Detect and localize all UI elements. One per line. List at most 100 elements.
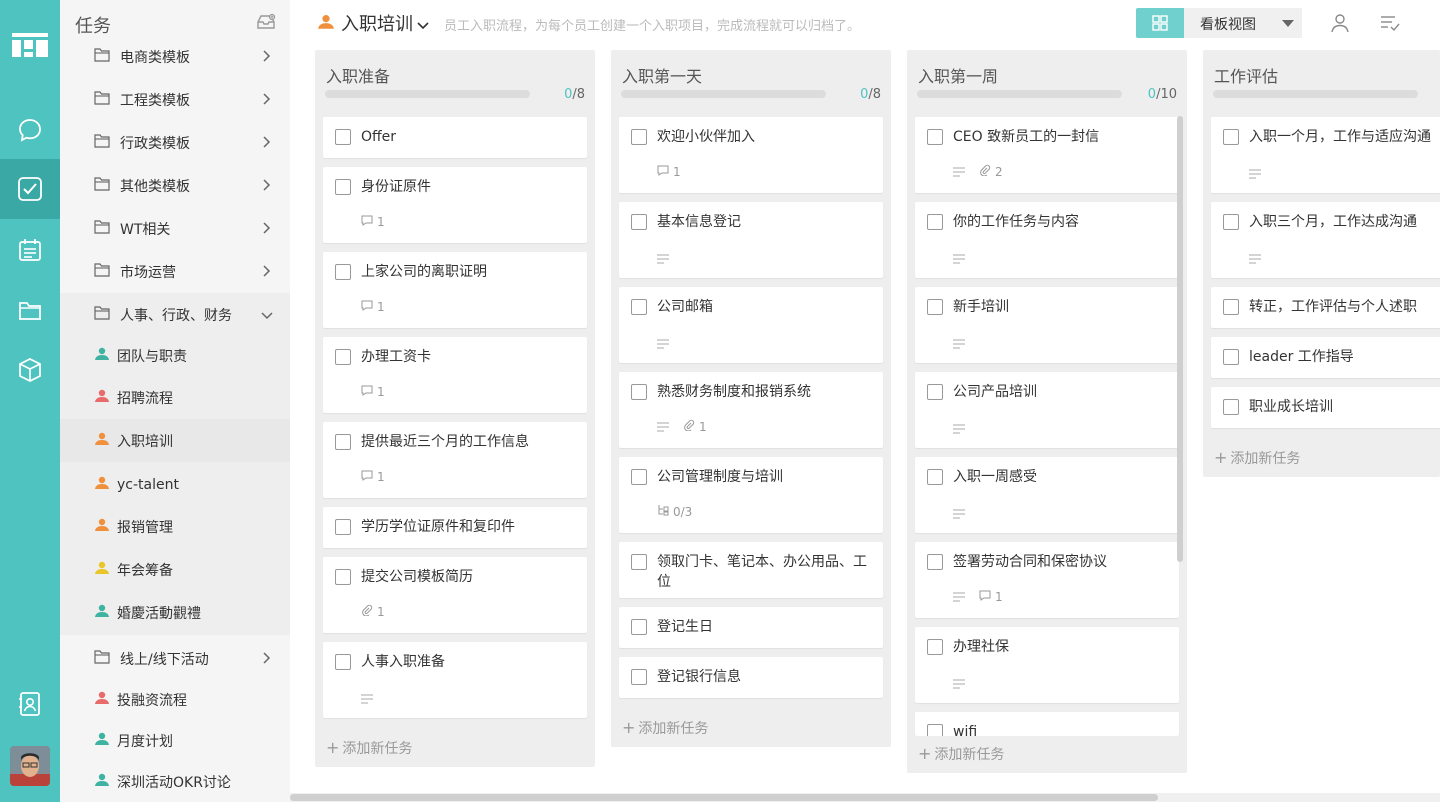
- task-checkbox[interactable]: [631, 214, 647, 230]
- project-title[interactable]: 入职培训: [341, 10, 413, 36]
- task-checkbox[interactable]: [335, 654, 351, 670]
- members-icon[interactable]: [1330, 13, 1350, 37]
- task-card[interactable]: 公司邮箱: [619, 287, 883, 363]
- task-checkbox[interactable]: [927, 299, 943, 315]
- sidebar-project[interactable]: 深圳活动OKR讨论: [60, 760, 290, 802]
- chevron-down-icon[interactable]: [417, 18, 429, 34]
- chevron-right-icon[interactable]: [262, 92, 272, 110]
- task-card[interactable]: 提供最近三个月的工作信息 1: [323, 422, 587, 498]
- task-checkbox[interactable]: [631, 384, 647, 400]
- chevron-right-icon[interactable]: [262, 135, 272, 153]
- task-checkbox[interactable]: [335, 434, 351, 450]
- sidebar-folder[interactable]: 市场运营: [60, 250, 290, 293]
- task-checkbox[interactable]: [927, 724, 943, 736]
- task-checkbox[interactable]: [631, 469, 647, 485]
- sidebar-project[interactable]: 报销管理: [60, 505, 290, 548]
- task-card[interactable]: 入职一个月，工作与适应沟通: [1211, 117, 1440, 193]
- folder-nav-icon[interactable]: [0, 280, 60, 340]
- task-card[interactable]: 上家公司的离职证明 1: [323, 252, 587, 328]
- view-select[interactable]: 看板视图: [1184, 8, 1302, 38]
- task-card[interactable]: 职业成长培训: [1211, 387, 1440, 428]
- task-checkbox[interactable]: [927, 554, 943, 570]
- task-card[interactable]: wifi: [915, 712, 1179, 736]
- task-card[interactable]: 办理工资卡 1: [323, 337, 587, 413]
- task-checkbox[interactable]: [335, 519, 351, 535]
- task-checkbox[interactable]: [335, 264, 351, 280]
- task-card[interactable]: CEO 致新员工的一封信 2: [915, 117, 1179, 193]
- task-checkbox[interactable]: [1223, 129, 1239, 145]
- task-card[interactable]: 领取门卡、笔记本、办公用品、工位: [619, 542, 883, 598]
- column-title[interactable]: 入职第一天: [622, 63, 702, 87]
- app-logo[interactable]: [12, 33, 48, 57]
- sidebar-folder[interactable]: WT相关: [60, 207, 290, 250]
- task-card[interactable]: 身份证原件 1: [323, 167, 587, 243]
- task-checkbox[interactable]: [335, 179, 351, 195]
- sidebar-project[interactable]: 年会筹备: [60, 548, 290, 591]
- task-card[interactable]: 办理社保: [915, 627, 1179, 703]
- chevron-right-icon[interactable]: [262, 264, 272, 282]
- column-scrollbar[interactable]: [1177, 116, 1183, 562]
- task-card[interactable]: 学历学位证原件和复印件: [323, 507, 587, 548]
- task-card[interactable]: 提交公司模板简历 1: [323, 557, 587, 633]
- task-checkbox[interactable]: [335, 349, 351, 365]
- column-title[interactable]: 入职第一周: [918, 63, 998, 87]
- task-card[interactable]: 登记银行信息: [619, 657, 883, 698]
- chevron-right-icon[interactable]: [262, 221, 272, 239]
- column-title[interactable]: 入职准备: [326, 63, 390, 87]
- calendar-nav-icon[interactable]: [0, 220, 60, 280]
- task-checkbox[interactable]: [1223, 299, 1239, 315]
- add-task-button[interactable]: + 添加新任务: [622, 718, 708, 738]
- sidebar-project-active[interactable]: 入职培训: [60, 419, 290, 462]
- chevron-right-icon[interactable]: [262, 651, 272, 669]
- task-checkbox[interactable]: [631, 299, 647, 315]
- task-card[interactable]: 基本信息登记: [619, 202, 883, 278]
- task-card[interactable]: leader 工作指导: [1211, 337, 1440, 378]
- task-card[interactable]: 入职一周感受: [915, 457, 1179, 533]
- task-checkbox[interactable]: [927, 639, 943, 655]
- task-nav-icon[interactable]: [0, 159, 60, 219]
- task-checkbox[interactable]: [927, 214, 943, 230]
- add-task-button[interactable]: + 添加新任务: [918, 744, 1004, 764]
- inbox-icon[interactable]: [256, 12, 276, 36]
- task-card[interactable]: 你的工作任务与内容: [915, 202, 1179, 278]
- sidebar-folder-expanded[interactable]: 人事、行政、财务: [60, 293, 290, 336]
- task-card[interactable]: 签署劳动合同和保密协议 1: [915, 542, 1179, 618]
- chevron-right-icon[interactable]: [262, 178, 272, 196]
- task-checkbox[interactable]: [631, 554, 647, 570]
- task-checkbox[interactable]: [1223, 399, 1239, 415]
- sidebar-folder[interactable]: 电商类模板: [60, 35, 290, 78]
- sidebar-folder[interactable]: 工程类模板: [60, 78, 290, 121]
- add-task-button[interactable]: + 添加新任务: [1214, 448, 1300, 468]
- add-task-button[interactable]: + 添加新任务: [326, 738, 412, 758]
- chat-nav-icon[interactable]: [0, 100, 60, 160]
- chevron-right-icon[interactable]: [262, 49, 272, 67]
- task-checkbox[interactable]: [927, 384, 943, 400]
- chevron-down-icon[interactable]: [260, 309, 274, 325]
- task-checkbox[interactable]: [335, 129, 351, 145]
- task-card[interactable]: 人事入职准备: [323, 642, 587, 718]
- task-card[interactable]: 公司产品培训: [915, 372, 1179, 448]
- task-card[interactable]: 欢迎小伙伴加入 1: [619, 117, 883, 193]
- cube-nav-icon[interactable]: [0, 340, 60, 400]
- task-card[interactable]: Offer: [323, 117, 587, 158]
- task-checkbox[interactable]: [1223, 214, 1239, 230]
- sidebar-project[interactable]: 团队与职责: [60, 334, 290, 377]
- task-checkbox[interactable]: [927, 469, 943, 485]
- board-view-icon[interactable]: [1136, 8, 1184, 38]
- task-card[interactable]: 熟悉财务制度和报销系统 1: [619, 372, 883, 448]
- task-checkbox[interactable]: [631, 669, 647, 685]
- board-scrollbar[interactable]: [290, 794, 1158, 801]
- task-checkbox[interactable]: [631, 129, 647, 145]
- sidebar-folder[interactable]: 其他类模板: [60, 164, 290, 207]
- sidebar-folder[interactable]: 行政类模板: [60, 121, 290, 164]
- sidebar-project[interactable]: 婚慶活動觀禮: [60, 591, 290, 634]
- sidebar-project[interactable]: yc-talent: [60, 463, 290, 506]
- sidebar-project[interactable]: 招聘流程: [60, 376, 290, 419]
- task-card[interactable]: 新手培训: [915, 287, 1179, 363]
- task-checkbox[interactable]: [631, 619, 647, 635]
- task-card[interactable]: 登记生日: [619, 607, 883, 648]
- task-card[interactable]: 转正，工作评估与个人述职: [1211, 287, 1440, 328]
- task-checkbox[interactable]: [1223, 349, 1239, 365]
- sidebar-folder[interactable]: 线上/线下活动: [60, 637, 290, 680]
- task-card[interactable]: 入职三个月，工作达成沟通: [1211, 202, 1440, 278]
